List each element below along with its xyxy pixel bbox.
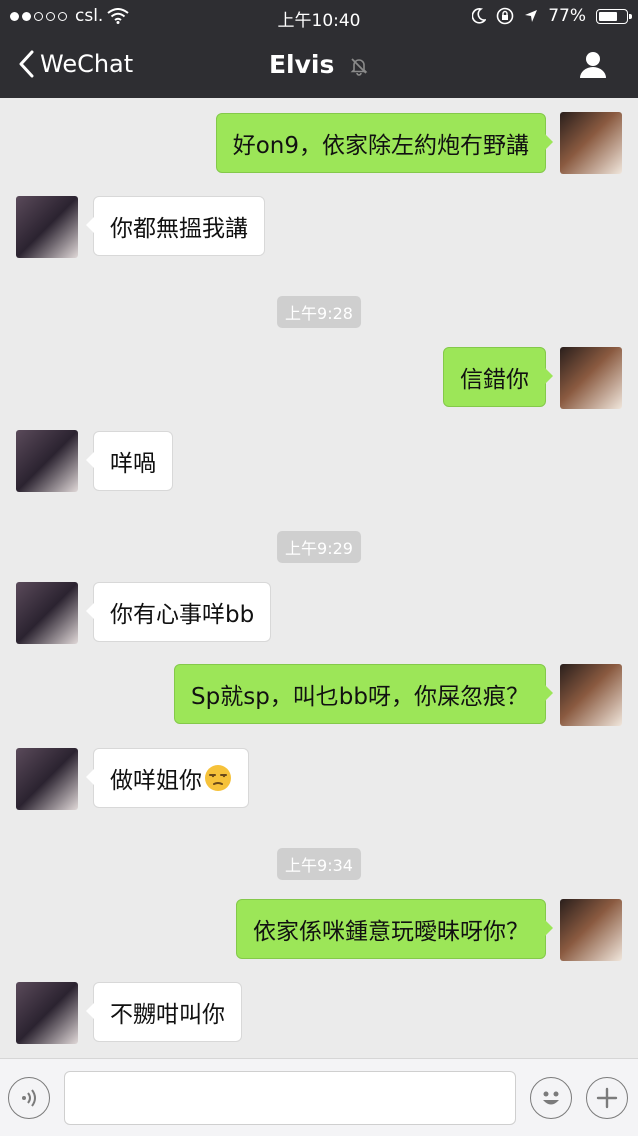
battery-icon bbox=[596, 8, 632, 24]
top-bar: csl. 上午10:40 77% WeChat Elvis bbox=[0, 0, 638, 98]
mute-icon bbox=[350, 58, 368, 76]
my-avatar[interactable] bbox=[560, 664, 622, 726]
message-outgoing: 信錯你 bbox=[0, 347, 638, 409]
message-text: 咩喎 bbox=[110, 451, 156, 477]
message-incoming: 你都無搵我講 bbox=[0, 196, 638, 258]
message-incoming: 不嬲咁叫你 bbox=[0, 982, 638, 1044]
message-input[interactable] bbox=[64, 1071, 516, 1125]
message-outgoing: 依家係咪鍾意玩曖昧呀你？ bbox=[0, 899, 638, 961]
plus-icon bbox=[596, 1087, 618, 1109]
contact-name: Elvis bbox=[268, 50, 335, 79]
status-bar: csl. 上午10:40 77% bbox=[0, 0, 638, 34]
message-text: 你有心事咩bb bbox=[110, 602, 255, 628]
contact-avatar[interactable] bbox=[16, 982, 78, 1044]
message-bubble[interactable]: 咩喎 bbox=[86, 431, 173, 491]
location-icon bbox=[525, 10, 538, 22]
contact-avatar[interactable] bbox=[16, 196, 78, 258]
moon-icon bbox=[472, 8, 487, 24]
status-right: 77% bbox=[472, 6, 632, 26]
message-text: 不嬲咁叫你 bbox=[110, 1002, 225, 1028]
chat-title: Elvis bbox=[0, 50, 638, 79]
message-bubble[interactable]: 依家係咪鍾意玩曖昧呀你？ bbox=[236, 899, 553, 959]
my-avatar[interactable] bbox=[560, 112, 622, 174]
voice-button[interactable] bbox=[8, 1077, 50, 1119]
message-outgoing: Sp就sp，叫乜bb呀，你屎忽痕？ bbox=[0, 664, 638, 726]
message-list[interactable]: 好on9，依家除左約炮冇野講 你都無搵我講 上午9:28 信錯你 咩喎 上午9:… bbox=[0, 98, 638, 1056]
message-bubble[interactable]: 你都無搵我講 bbox=[86, 196, 265, 256]
timestamp: 上午9:28 bbox=[277, 296, 361, 328]
input-bar bbox=[0, 1058, 638, 1136]
emoji-button[interactable] bbox=[530, 1077, 572, 1119]
message-text: Sp就sp，叫乜bb呀，你屎忽痕？ bbox=[191, 684, 529, 710]
timestamp: 上午9:29 bbox=[277, 531, 361, 563]
message-outgoing: 好on9，依家除左約炮冇野講 bbox=[0, 112, 638, 174]
more-button[interactable] bbox=[586, 1077, 628, 1119]
my-avatar[interactable] bbox=[560, 347, 622, 409]
battery-percent: 77% bbox=[548, 6, 586, 26]
rotation-lock-icon bbox=[496, 7, 514, 25]
message-bubble[interactable]: 你有心事咩bb bbox=[85, 582, 272, 642]
profile-icon bbox=[580, 52, 606, 78]
voice-icon bbox=[22, 1089, 36, 1107]
contact-avatar[interactable] bbox=[16, 748, 78, 810]
message-bubble[interactable]: 不嬲咁叫你 bbox=[86, 982, 242, 1042]
message-bubble[interactable]: 好on9，依家除左約炮冇野講 bbox=[215, 113, 554, 173]
message-text: 你都無搵我講 bbox=[110, 216, 248, 242]
message-text: 信錯你 bbox=[460, 367, 529, 393]
message-incoming: 你有心事咩bb bbox=[0, 582, 638, 644]
navigation-bar: WeChat Elvis bbox=[0, 34, 638, 98]
message-incoming: 做咩姐你 bbox=[0, 748, 638, 810]
timestamp: 上午9:34 bbox=[277, 848, 361, 880]
contact-avatar[interactable] bbox=[16, 582, 78, 644]
message-text: 好on9，依家除左約炮冇野講 bbox=[232, 133, 529, 159]
profile-button[interactable] bbox=[578, 50, 608, 84]
emoji-icon bbox=[543, 1091, 559, 1105]
message-text: 做咩姐你 bbox=[110, 768, 202, 794]
my-avatar[interactable] bbox=[560, 899, 622, 961]
message-bubble[interactable]: 做咩姐你 bbox=[86, 748, 249, 808]
contact-avatar[interactable] bbox=[16, 430, 78, 492]
wechat-chat-screen: csl. 上午10:40 77% WeChat Elvis 好on9，依家除左約… bbox=[0, 0, 638, 1136]
unamused-face-icon bbox=[205, 765, 231, 791]
message-text: 依家係咪鍾意玩曖昧呀你？ bbox=[253, 919, 529, 945]
message-bubble[interactable]: Sp就sp，叫乜bb呀，你屎忽痕？ bbox=[174, 664, 553, 724]
message-incoming: 咩喎 bbox=[0, 430, 638, 492]
message-bubble[interactable]: 信錯你 bbox=[443, 347, 553, 407]
